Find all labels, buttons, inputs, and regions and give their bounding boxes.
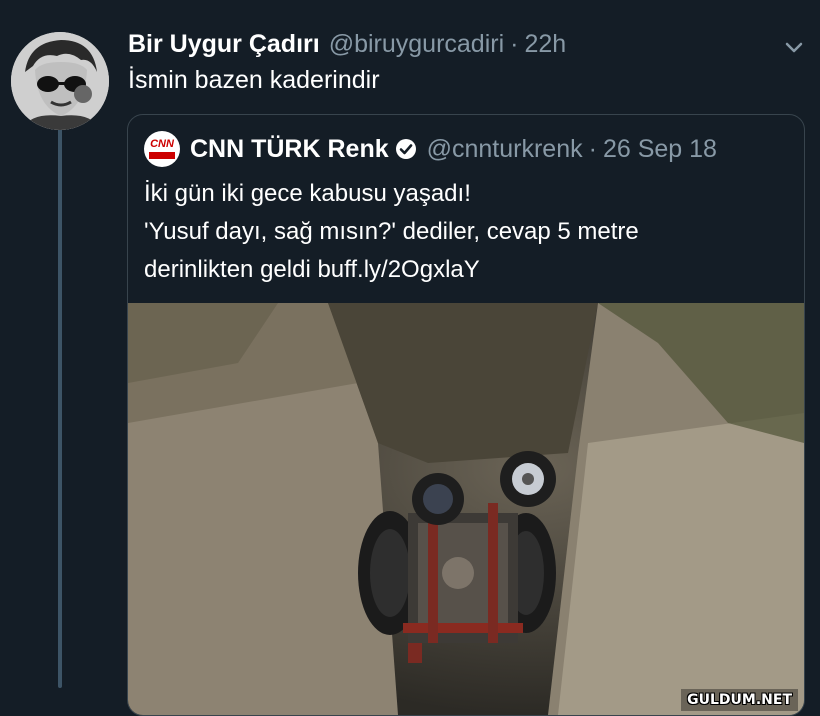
avatar[interactable] (11, 32, 109, 130)
quoted-tweet-header: CNN CNN TÜRK Renk @cnnturkrenk · 26 Sep … (144, 131, 717, 167)
user-handle[interactable]: @biruygurcadiri (329, 30, 504, 59)
watermark: GULDUM.NET (681, 689, 798, 711)
quoted-text-line: 'Yusuf dayı, sağ mısın?' dediler, cevap … (144, 218, 639, 245)
quoted-text-line[interactable]: derinlikten geldi buff.ly/2OgxlaY (144, 251, 794, 289)
quoted-tweet-date[interactable]: 26 Sep 18 (603, 135, 717, 164)
logo-text: CNN (150, 138, 174, 150)
tweet-header: Bir Uygur Çadırı @biruygurcadiri · 22h (128, 30, 566, 66)
thread-line (58, 128, 62, 688)
quoted-display-name[interactable]: CNN TÜRK Renk (190, 135, 389, 164)
overturned-tractor-photo (128, 303, 804, 715)
tweet-time[interactable]: 22h (524, 30, 566, 59)
quoted-tweet-card[interactable]: CNN CNN TÜRK Renk @cnnturkrenk · 26 Sep … (127, 114, 805, 716)
quoted-user-handle[interactable]: @cnnturkrenk (427, 135, 583, 164)
quoted-separator-dot: · (588, 134, 597, 163)
chevron-down-icon[interactable] (780, 34, 808, 62)
quoted-text-line: İki gün iki gece kabusu yaşadı! (144, 180, 471, 207)
quoted-tweet-text: İki gün iki gece kabusu yaşadı! 'Yusuf d… (144, 175, 794, 289)
avatar-photo (11, 32, 109, 130)
tweet-text: İsmin bazen kaderindir (128, 66, 380, 94)
verified-badge-icon (395, 138, 417, 160)
separator-dot: · (510, 30, 519, 58)
quoted-tweet-photo[interactable]: GULDUM.NET (128, 303, 804, 715)
logo-bar (149, 152, 175, 159)
display-name[interactable]: Bir Uygur Çadırı (128, 30, 320, 59)
cnn-turk-logo[interactable]: CNN (144, 131, 180, 167)
